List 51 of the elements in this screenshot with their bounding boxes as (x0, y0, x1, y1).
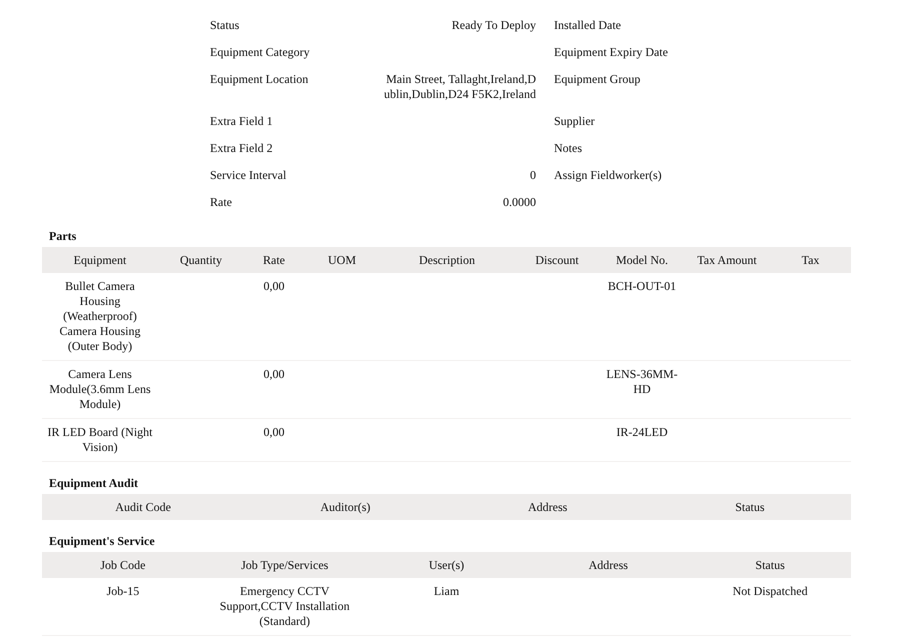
field-label: Notes (554, 141, 583, 156)
field-label: Rate (210, 195, 233, 210)
field-value: Main Street, Tallaght,Ireland,Dublin,Dublin,D24 F5K2,Ireland (384, 72, 536, 102)
column-header: User(s) (366, 552, 528, 578)
column-header: Rate (244, 247, 304, 273)
column-header: Tax (770, 247, 851, 273)
table-cell: 0,00 (244, 418, 304, 462)
field-label: Extra Field 2 (210, 141, 274, 156)
field-value: 0 (530, 168, 536, 183)
column-header: Tax Amount (684, 247, 770, 273)
column-header: Discount (514, 247, 600, 273)
field-label: Extra Field 1 (210, 114, 274, 129)
field-label: Status (210, 18, 240, 33)
column-header: Model No. (600, 247, 684, 273)
table-cell: Liam (366, 578, 528, 636)
field-label: Assign Fieldworker(s) (554, 168, 663, 183)
column-header: Audit Code (42, 494, 244, 520)
table-cell: LENS-36MM-HD (600, 360, 684, 418)
field-label: Equipment Location (210, 72, 310, 88)
field-label: Installed Date (554, 18, 622, 33)
table-cell: IR LED Board (Night Vision) (42, 418, 158, 462)
column-header: Address (446, 494, 649, 520)
table-cell: IR-24LED (600, 418, 684, 462)
field-value: 0.0000 (503, 195, 536, 210)
column-header: Status (689, 552, 851, 578)
section-title: Equipment Audit (49, 476, 140, 491)
table-cell: Not Dispatched (689, 578, 851, 636)
table-cell: Emergency CCTV Support,CCTV Installation (Standard) (204, 578, 366, 636)
table-cell: BCH-OUT-01 (600, 273, 684, 360)
field-label: Equipment Expiry Date (554, 45, 669, 60)
field-label: Equipment Group (554, 72, 642, 88)
column-header: Status (648, 494, 851, 520)
field-label: Service Interval (210, 168, 288, 183)
column-header: Equipment (42, 247, 158, 273)
table-cell: Job-15 (42, 578, 204, 636)
section-title: Parts (49, 229, 78, 244)
field-label: Supplier (554, 114, 596, 129)
column-header: Address (527, 552, 690, 578)
column-header: Auditor(s) (244, 494, 446, 520)
field-value: Ready To Deploy (452, 18, 536, 33)
table-cell: 0,00 (244, 273, 304, 360)
section-title: Equipment's Service (49, 534, 156, 549)
table-cell: 0,00 (244, 360, 304, 418)
field-label: Equipment Category (210, 45, 311, 60)
table-cell: Camera Lens Module(3.6mm Lens Module) (42, 360, 158, 418)
table-cell: Bullet Camera Housing (Weatherproof) Camera Housing (Outer Body) (42, 273, 158, 360)
column-header: Quantity (158, 247, 244, 273)
column-header: Job Type/Services (204, 552, 366, 578)
column-header: Job Code (42, 552, 204, 578)
column-header: UOM (304, 247, 380, 273)
column-header: Description (380, 247, 514, 273)
